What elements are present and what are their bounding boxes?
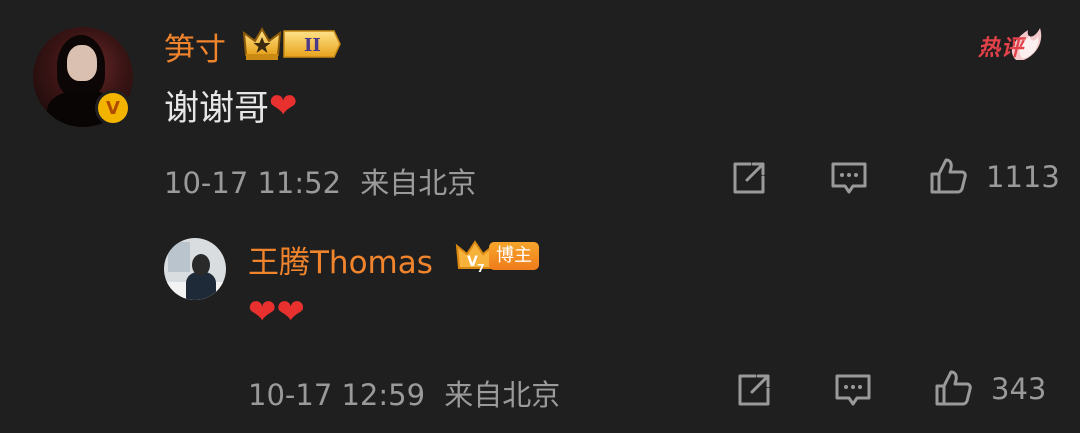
- share-icon[interactable]: [729, 158, 769, 198]
- comment-thread: V 笋寸 II 热评 谢谢哥 ❤ 10-17 11:52 来自北京 1113 王…: [0, 0, 1080, 433]
- crown-level-icon: II: [242, 27, 341, 60]
- like-icon[interactable]: [928, 156, 968, 196]
- blogger-badge: V 7 博主: [455, 238, 541, 274]
- reply-text: ❤❤: [248, 295, 305, 329]
- comment-icon[interactable]: [829, 158, 869, 198]
- comment-meta: 10-17 11:52 来自北京: [164, 160, 476, 202]
- like-icon[interactable]: [933, 368, 973, 408]
- comment-timestamp: 10-17 11:52: [164, 166, 342, 200]
- reply-timestamp: 10-17 12:59: [248, 378, 426, 412]
- like-count: 343: [991, 372, 1047, 406]
- heart-emoji: ❤: [269, 85, 298, 126]
- level-badge-text: II: [304, 35, 321, 56]
- comment-username[interactable]: 笋寸: [164, 24, 226, 69]
- blogger-badge-label: 博主: [489, 242, 539, 270]
- comment-location: 来自北京: [360, 166, 477, 200]
- svg-text:7: 7: [477, 262, 485, 274]
- verified-v-icon: V: [95, 90, 131, 126]
- heart-emoji: ❤❤: [248, 292, 305, 332]
- hot-comment-icon: 热评: [976, 20, 1044, 62]
- reply-username[interactable]: 王腾Thomas: [248, 237, 433, 282]
- comment-text: 谢谢哥 ❤: [164, 85, 298, 130]
- reply-location: 来自北京: [444, 378, 561, 412]
- reply-avatar[interactable]: [164, 238, 226, 300]
- reply-meta: 10-17 12:59 来自北京: [248, 372, 560, 414]
- comment-icon[interactable]: [833, 370, 873, 410]
- hot-comment-label: 热评: [978, 36, 1025, 61]
- share-icon[interactable]: [734, 370, 774, 410]
- like-count: 1113: [986, 160, 1060, 194]
